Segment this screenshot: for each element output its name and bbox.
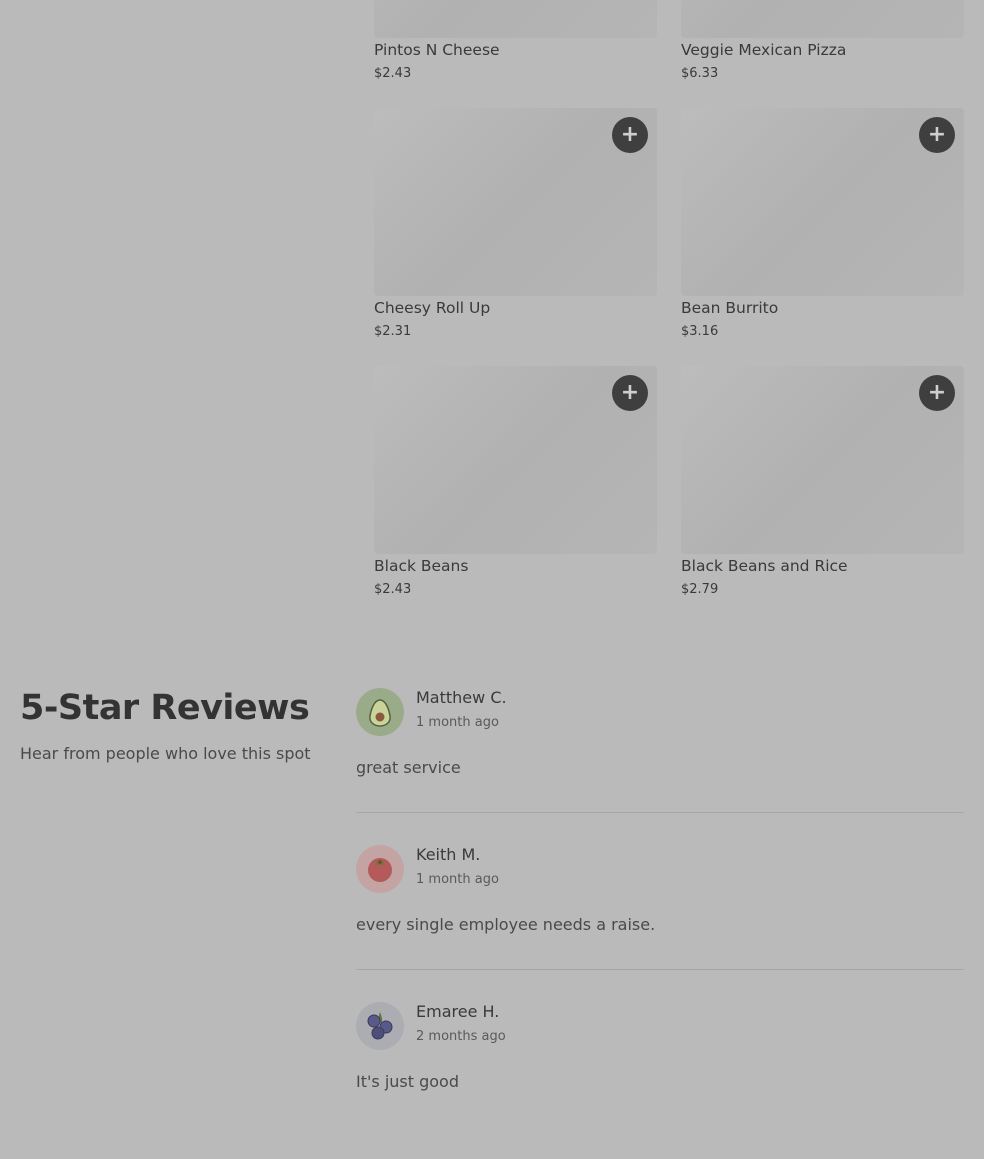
review-card: Keith M. 1 month ago every single employ…: [356, 845, 964, 1002]
item-price: $6.33: [681, 66, 719, 81]
item-name: Bean Burrito: [681, 299, 779, 317]
menu-item[interactable]: Pintos N Cheese $2.43: [374, 0, 657, 100]
item-name: Black Beans: [374, 557, 469, 575]
avatar: [356, 845, 404, 893]
item-image: [374, 0, 657, 38]
blueberries-icon: [367, 1012, 393, 1040]
add-button[interactable]: +: [919, 375, 955, 411]
item-name: Black Beans and Rice: [681, 557, 848, 575]
menu-item[interactable]: + Black Beans and Rice $2.79: [681, 366, 964, 606]
reviews-subtitle: Hear from people who love this spot: [20, 744, 311, 763]
tomato-icon: [368, 858, 392, 882]
review-time: 1 month ago: [416, 872, 499, 887]
add-button[interactable]: +: [612, 117, 648, 153]
avocado-icon: [369, 699, 391, 727]
item-price: $2.43: [374, 582, 412, 597]
review-time: 1 month ago: [416, 715, 499, 730]
divider: [356, 969, 964, 970]
menu-item[interactable]: Veggie Mexican Pizza $6.33: [681, 0, 964, 100]
item-name: Veggie Mexican Pizza: [681, 41, 847, 59]
reviewer-name: Matthew C.: [416, 688, 507, 707]
menu-item[interactable]: + Black Beans $2.43: [374, 366, 657, 606]
item-price: $2.43: [374, 66, 412, 81]
item-name: Cheesy Roll Up: [374, 299, 491, 317]
item-image: [681, 0, 964, 38]
review-text: every single employee needs a raise.: [356, 915, 656, 934]
reviews-title: 5-Star Reviews: [20, 688, 310, 728]
item-price: $3.16: [681, 324, 719, 339]
item-name: Pintos N Cheese: [374, 41, 500, 59]
avatar: [356, 1002, 404, 1050]
review-text: It's just good: [356, 1072, 459, 1091]
review-card: Matthew C. 1 month ago great service: [356, 688, 964, 845]
divider: [356, 812, 964, 813]
menu-item[interactable]: + Bean Burrito $3.16: [681, 108, 964, 348]
review-card: Emaree H. 2 months ago It's just good: [356, 1002, 964, 1159]
reviewer-name: Emaree H.: [416, 1002, 500, 1021]
reviewer-name: Keith M.: [416, 845, 481, 864]
add-button[interactable]: +: [919, 117, 955, 153]
avatar: [356, 688, 404, 736]
menu-item[interactable]: + Cheesy Roll Up $2.31: [374, 108, 657, 348]
add-button[interactable]: +: [612, 375, 648, 411]
review-time: 2 months ago: [416, 1029, 506, 1044]
item-price: $2.79: [681, 582, 719, 597]
item-price: $2.31: [374, 324, 412, 339]
review-text: great service: [356, 758, 461, 777]
